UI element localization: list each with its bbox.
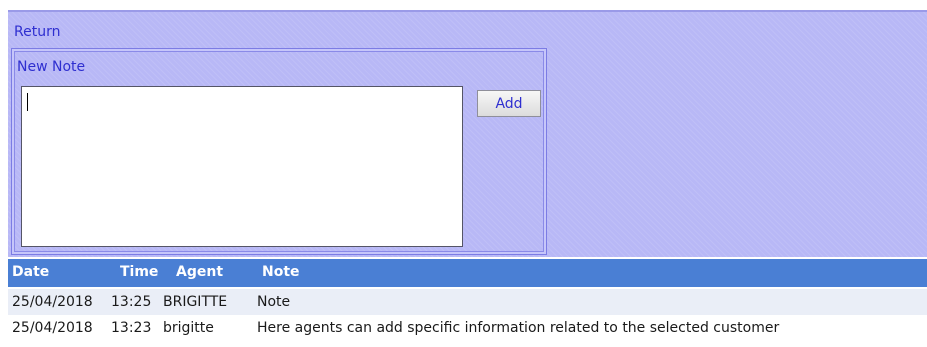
notes-table-header: Date Time Agent Note — [8, 259, 927, 287]
row-time: 13:23 — [111, 320, 152, 336]
new-note-panel: Return New Note Add — [8, 10, 927, 257]
table-row[interactable]: 25/04/2018 13:23 brigitte Here agents ca… — [8, 315, 927, 341]
row-time: 13:25 — [111, 294, 152, 310]
text-cursor — [27, 93, 28, 111]
header-time[interactable]: Time — [120, 264, 158, 280]
row-agent: brigitte — [163, 320, 214, 336]
row-note: Note — [257, 294, 291, 310]
add-button[interactable]: Add — [477, 90, 541, 117]
row-date: 25/04/2018 — [12, 320, 93, 336]
table-row[interactable]: 25/04/2018 13:25 BRIGITTE Note — [8, 289, 927, 315]
row-date: 25/04/2018 — [12, 294, 93, 310]
row-agent: BRIGITTE — [163, 294, 228, 310]
new-note-legend: New Note — [17, 59, 86, 75]
note-textarea[interactable] — [21, 86, 463, 247]
header-date[interactable]: Date — [12, 264, 49, 280]
header-note[interactable]: Note — [262, 264, 300, 280]
return-link[interactable]: Return — [14, 24, 60, 40]
header-agent[interactable]: Agent — [176, 264, 223, 280]
row-note: Here agents can add specific information… — [257, 320, 780, 336]
new-note-fieldset: New Note Add — [11, 48, 547, 255]
